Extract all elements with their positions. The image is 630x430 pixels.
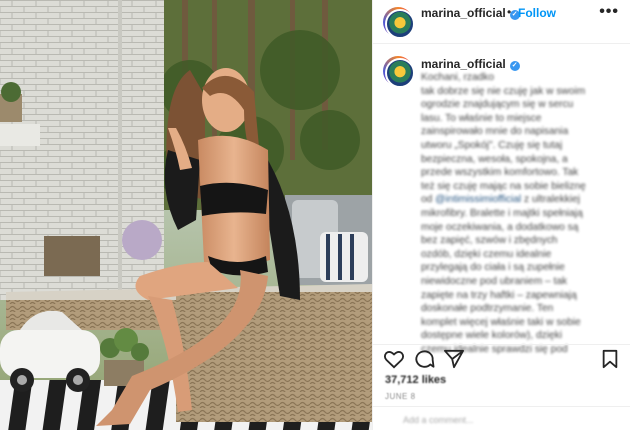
caption-line: też się czuję mając na sobie bieliznę	[421, 180, 586, 192]
mention-link[interactable]: @intimissimiofficial	[435, 194, 521, 205]
header-separator: •	[507, 5, 512, 19]
avatar[interactable]	[383, 7, 415, 39]
post-photo[interactable]	[0, 0, 372, 430]
follow-button[interactable]: Follow	[518, 6, 556, 20]
caption-line: niewidoczne pod ubraniem – tak	[421, 275, 568, 287]
caption-line: zapięte na trzy haftki – zapewniają	[421, 289, 577, 301]
caption-username[interactable]: marina_official ✓	[421, 57, 520, 71]
verified-icon: ✓	[509, 61, 520, 71]
header-username[interactable]: marina_official ✓	[421, 6, 520, 20]
comment-bar[interactable]: Add a comment...	[373, 406, 630, 430]
save-button[interactable]	[599, 349, 621, 369]
likes-count[interactable]: 37,712 likes	[385, 374, 446, 386]
comment-button[interactable]	[413, 349, 435, 369]
caption-line: zainspirowało mnie do napisania	[421, 126, 569, 138]
caption-line: lasu. To właśnie to miejsce	[421, 112, 542, 124]
caption-line: ozdób, dzięki czemu idealnie	[421, 248, 552, 260]
post-date: JUNE 8	[385, 392, 416, 401]
caption-line: doskonałe podtrzymanie. Ten	[421, 303, 554, 315]
comment-input[interactable]: Add a comment...	[403, 415, 474, 425]
caption-line: przede wszystkim komfortowo. Tak	[421, 167, 579, 179]
caption-line: dostępne wiele kolorów), dzięki	[421, 330, 562, 342]
post-photo-image	[0, 0, 372, 430]
comment-icon	[415, 350, 435, 368]
caption-line: bez zapięć, szwów i zbędnych	[421, 235, 558, 247]
post-sidebar: marina_official ✓ • Follow ••• marina_off…	[372, 0, 630, 430]
caption-text: Kochani, rzadko tak dobrze się nie czuję …	[421, 71, 621, 356]
caption-avatar[interactable]	[383, 56, 415, 88]
caption-line: tak dobrze się nie czuję jak w swoim	[421, 85, 586, 97]
caption-line: utworu „Spokój". Czuję się tutaj	[421, 139, 563, 151]
caption-line: ogrodzie znajdującym się w sercu	[421, 99, 574, 111]
caption-line: bezpieczna, wesoła, spokojna, a	[421, 153, 568, 165]
caption-line: od @intimissimiofficial z ultralekkiej	[421, 194, 581, 206]
share-button[interactable]	[443, 349, 465, 369]
caption-line: Kochani, rzadko	[421, 72, 495, 83]
caption-line: komplet więcej właśnie taki w sobie	[421, 316, 581, 328]
caption-line: mikrofibry. Bralette i majtki spełniają	[421, 207, 583, 219]
caption-line: przylegają do ciała i są zupełnie	[421, 262, 565, 274]
heart-icon	[384, 351, 404, 369]
save-icon	[602, 349, 618, 369]
like-button[interactable]	[383, 349, 405, 369]
more-icon[interactable]: •••	[599, 3, 619, 21]
caption-line: moje oczekiwania, a dodatkowo są	[421, 221, 579, 233]
post-header: marina_official ✓ • Follow •••	[373, 0, 630, 44]
action-bar	[373, 344, 630, 370]
share-icon	[443, 349, 464, 369]
